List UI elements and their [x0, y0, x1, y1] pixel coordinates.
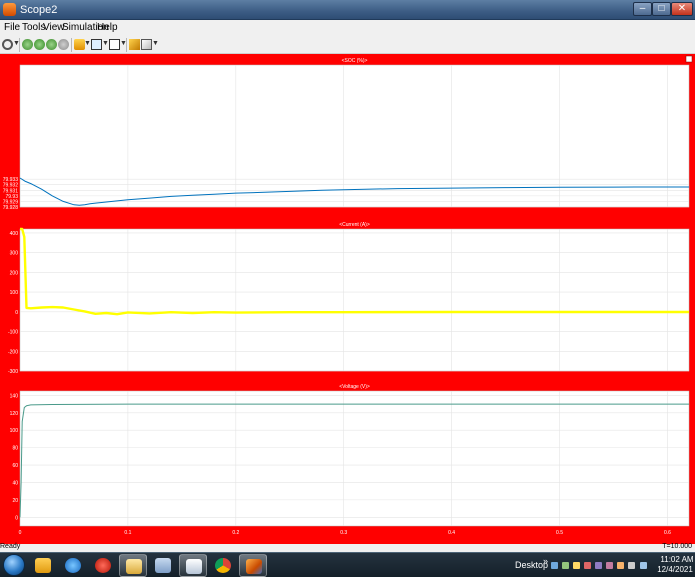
voltage-x-tick-label: 0.1: [124, 530, 131, 536]
solidworks-icon: [95, 558, 111, 573]
clock-date[interactable]: 12/4/2021: [656, 565, 694, 574]
current-y-tick-label: -300: [8, 369, 18, 375]
close-button[interactable]: ✕: [671, 2, 693, 16]
taskbar-app[interactable]: [29, 554, 57, 577]
menu-tools[interactable]: Tools: [22, 22, 45, 33]
chevron-down-icon[interactable]: ▼: [152, 40, 159, 47]
tray-icon[interactable]: [551, 562, 558, 569]
taskbar-app[interactable]: [179, 554, 207, 577]
paint-icon: [186, 559, 202, 574]
voltage-x-tick-label: 0.6: [664, 530, 671, 536]
taskbar: Desktop » 11:02 AM 12/4/2021: [0, 552, 695, 577]
voltage-y-tick-label: 40: [12, 480, 18, 486]
settings-icon[interactable]: [2, 39, 13, 50]
taskbar-app[interactable]: [89, 554, 117, 577]
voltage-y-tick-label: 100: [10, 428, 19, 434]
voltage-plot-title: <Voltage (V)>: [339, 384, 370, 390]
voltage-x-tick-label: 0: [19, 530, 22, 536]
stop-icon[interactable]: [58, 39, 69, 50]
step-forward-icon[interactable]: [46, 39, 57, 50]
voltage-y-tick-label: 140: [10, 393, 19, 399]
tray-icon[interactable]: [562, 562, 569, 569]
clock-time[interactable]: 11:02 AM: [660, 555, 694, 564]
maximize-button[interactable]: □: [652, 2, 671, 16]
current-plot-area: [19, 228, 690, 372]
fit-to-view-icon[interactable]: [109, 39, 120, 50]
voltage-x-tick-label: 0.5: [556, 530, 563, 536]
tray-icon[interactable]: [595, 562, 602, 569]
status-bar: Ready T=10.000: [0, 543, 695, 552]
taskbar-app[interactable]: [59, 554, 87, 577]
matlab-app-icon: [3, 3, 16, 16]
start-button[interactable]: [3, 554, 25, 576]
chevron-right-icon[interactable]: »: [543, 556, 548, 566]
scope-window: Scope2 – □ ✕ File Tools View Simulation …: [0, 0, 695, 577]
current-plot-title: <Current (A)>: [339, 222, 370, 228]
window-title: Scope2: [20, 4, 58, 16]
ie-icon: [65, 558, 81, 573]
undock-icon: [685, 55, 693, 63]
current-y-tick-label: 200: [10, 270, 19, 276]
toolbar: ▼ ▼ ▼ ▼ ▼: [0, 36, 695, 54]
soc-plot-area: [19, 64, 690, 208]
voltage-y-tick-label: 120: [10, 411, 19, 417]
menu-help[interactable]: Help: [97, 22, 118, 33]
current-y-tick-label: 400: [10, 231, 19, 237]
soc-y-tick-label: 79.928: [3, 205, 19, 211]
step-back-icon[interactable]: [22, 39, 33, 50]
current-y-tick-label: -100: [8, 330, 18, 336]
time-offset: T=10.000: [662, 543, 692, 550]
chevron-down-icon[interactable]: ▼: [102, 40, 109, 47]
menu-file[interactable]: File: [4, 22, 20, 33]
voltage-y-tick-label: 0: [15, 515, 18, 521]
tray-icon[interactable]: [573, 562, 580, 569]
taskbar-app[interactable]: [119, 554, 147, 577]
menu-bar: File Tools View Simulation Help: [0, 20, 695, 36]
zoom-icon[interactable]: [91, 39, 102, 50]
shield-icon[interactable]: [606, 562, 613, 569]
current-y-tick-label: 300: [10, 251, 19, 257]
voltage-plot-area: [19, 390, 690, 527]
taskbar-app[interactable]: [149, 554, 177, 577]
voltage-x-tick-label: 0.3: [340, 530, 347, 536]
chevron-down-icon[interactable]: ▼: [84, 40, 91, 47]
chrome-icon: [215, 558, 231, 573]
toolbar-separator: [71, 38, 72, 52]
signal-triggers-icon[interactable]: [129, 39, 140, 50]
minimize-button[interactable]: –: [633, 2, 652, 16]
taskbar-app[interactable]: [209, 554, 237, 577]
current-y-tick-label: 100: [10, 290, 19, 296]
voltage-y-tick-label: 80: [12, 446, 18, 452]
tray-icon[interactable]: [617, 562, 624, 569]
voltage-x-tick-label: 0.2: [232, 530, 239, 536]
toolbar-separator: [19, 38, 20, 52]
voltage-y-tick-label: 60: [12, 463, 18, 469]
current-y-tick-label: -200: [8, 349, 18, 355]
style-icon[interactable]: [141, 39, 152, 50]
voltage-y-tick-label: 20: [12, 498, 18, 504]
explorer-icon: [35, 558, 51, 573]
matlab-icon: [246, 559, 262, 574]
run-icon[interactable]: [34, 39, 45, 50]
scope-plots: <SOC (%)>79.93379.93279.93179.9379.92979…: [3, 55, 693, 536]
calculator-icon: [155, 558, 171, 573]
file-manager-icon: [126, 559, 142, 574]
volume-icon[interactable]: [640, 562, 647, 569]
current-y-tick-label: 0: [15, 310, 18, 316]
taskbar-app[interactable]: [239, 554, 267, 577]
network-icon[interactable]: [628, 562, 635, 569]
tray-icon[interactable]: [584, 562, 591, 569]
soc-plot-title: <SOC (%)>: [342, 58, 368, 64]
voltage-x-tick-label: 0.4: [448, 530, 455, 536]
status-text: Ready: [0, 543, 21, 550]
title-bar: Scope2 – □ ✕: [0, 0, 695, 20]
toolbar-separator: [126, 38, 127, 52]
